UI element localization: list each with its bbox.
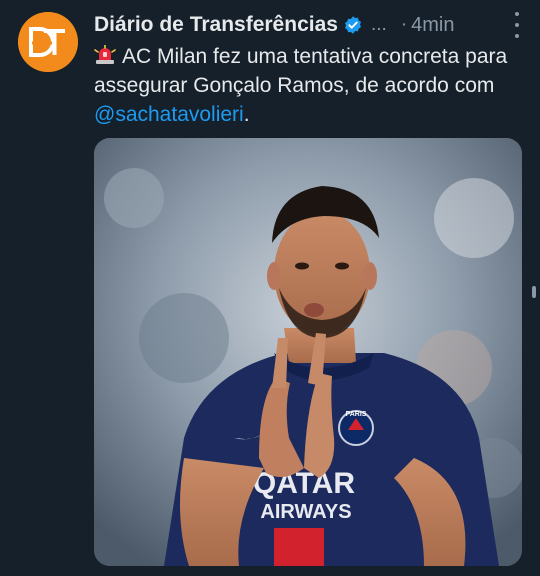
more-options-icon[interactable] (510, 12, 524, 38)
author-handle[interactable]: ... (371, 14, 387, 36)
jersey-sponsor-line2: AIRWAYS (260, 501, 351, 523)
jersey-badge-text: PARIS (346, 411, 367, 418)
police-car-light-icon (94, 45, 116, 64)
author-avatar[interactable] (18, 12, 78, 72)
scrollbar-thumb[interactable] (532, 286, 536, 298)
tweet-timestamp[interactable]: 4min (411, 14, 454, 37)
player-photo: QATAR AIRWAYS PARIS (94, 138, 522, 566)
dt-logo-icon (18, 12, 78, 72)
tweet-text-end: . (243, 103, 250, 126)
tweet-text-body: AC Milan fez uma tentativa concreta para… (94, 45, 508, 97)
verified-badge-icon (343, 15, 363, 35)
tweet-card[interactable]: Diário de Transferências ... · 4min AC M… (0, 0, 540, 576)
mention-link[interactable]: @sachatavolieri (94, 103, 244, 126)
tweet-header: Diário de Transferências ... · 4min (94, 10, 528, 40)
author-name[interactable]: Diário de Transferências (94, 13, 338, 37)
time-separator: · (400, 14, 408, 35)
tweet-text: AC Milan fez uma tentativa concreta para… (94, 42, 514, 129)
tweet-media-photo[interactable]: QATAR AIRWAYS PARIS (94, 138, 522, 566)
